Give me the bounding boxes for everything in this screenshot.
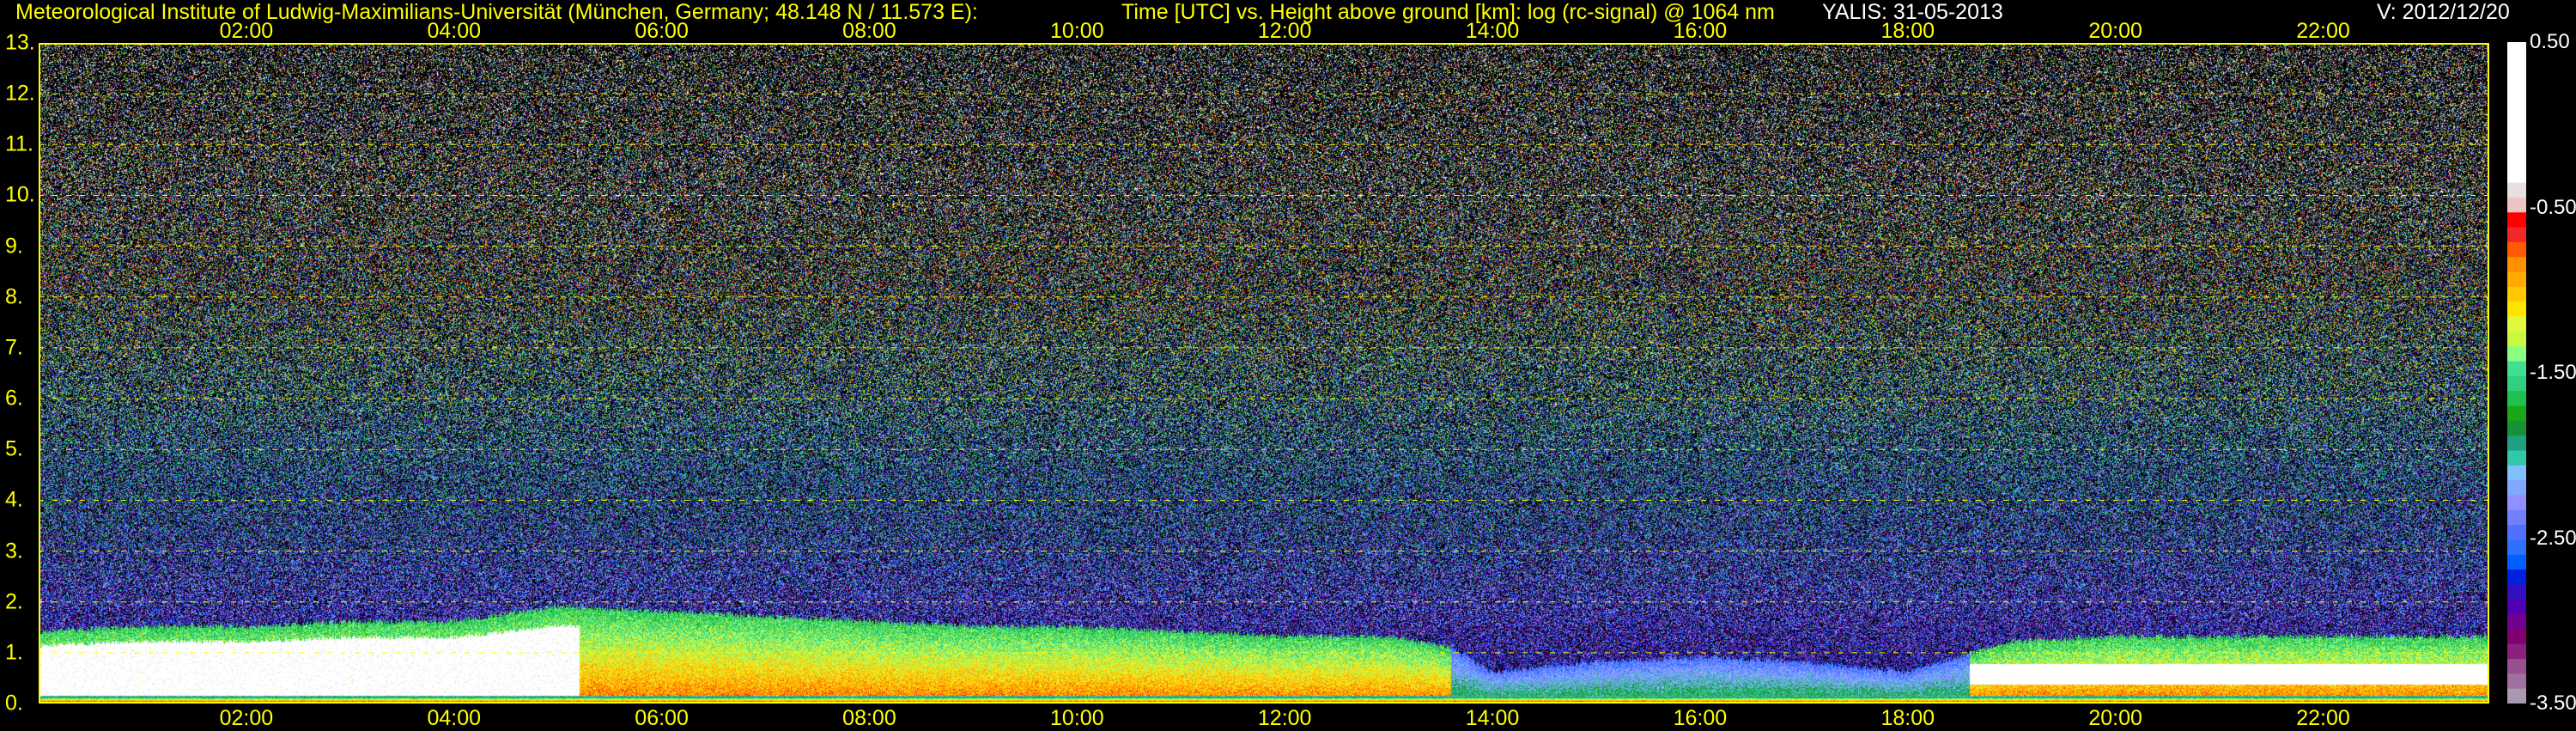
x-tick-label: 20:00 [2088, 706, 2142, 730]
colorbar-tick-label: -2.50 [2530, 526, 2576, 550]
colorbar-swatch [2507, 391, 2526, 406]
grid-overlay [39, 43, 2489, 704]
y-tick-label: 8. [5, 284, 23, 309]
institute-title: Meteorological Institute of Ludwig-Maxim… [15, 0, 978, 24]
y-tick-label: 13. [5, 30, 35, 55]
colorbar-swatch [2507, 302, 2526, 318]
x-tick-label: 04:00 [427, 706, 481, 730]
x-tick-label: 06:00 [635, 19, 689, 43]
x-tick-label: 10:00 [1050, 706, 1104, 730]
colorbar-swatch [2507, 361, 2526, 377]
colorbar-swatch [2507, 629, 2526, 645]
x-tick-label: 06:00 [635, 706, 689, 730]
colorbar-tick-label: -0.50 [2530, 195, 2576, 219]
x-tick-label: 04:00 [427, 19, 481, 43]
colorbar-swatch [2507, 554, 2526, 570]
colorbar-swatch [2507, 673, 2526, 690]
x-tick-label: 12:00 [1257, 706, 1312, 730]
colorbar-swatch [2507, 286, 2526, 302]
y-tick-label: 10. [5, 182, 35, 207]
colorbar-swatch [2507, 405, 2526, 422]
colorbar-swatch [2507, 614, 2526, 630]
x-tick-label: 08:00 [842, 706, 896, 730]
colorbar-tick-label: -1.50 [2530, 361, 2576, 384]
x-tick-label: 08:00 [842, 19, 896, 43]
colorbar-swatch [2507, 570, 2526, 585]
colorbar-swatch [2507, 271, 2526, 288]
y-tick-label: 0. [5, 691, 23, 716]
y-tick-label: 7. [5, 335, 23, 360]
colorbar-swatch [2507, 584, 2526, 600]
colorbar-swatch [2507, 227, 2526, 243]
colorbar-swatch [2507, 539, 2526, 556]
x-tick-label: 02:00 [219, 706, 274, 730]
colorbar [2507, 42, 2526, 704]
colorbar-tick-label: 0.50 [2530, 30, 2570, 53]
y-tick-label: 12. [5, 81, 35, 106]
colorbar-swatch [2507, 197, 2526, 213]
colorbar-swatch [2507, 525, 2526, 540]
colorbar-swatch [2507, 599, 2526, 615]
y-tick-label: 5. [5, 436, 23, 461]
colorbar-swatch [2507, 375, 2526, 392]
colorbar-swatch [2507, 182, 2526, 198]
y-tick-label: 1. [5, 640, 23, 665]
y-tick-label: 2. [5, 589, 23, 614]
colorbar-swatch [2507, 659, 2526, 674]
y-tick-label: 6. [5, 386, 23, 411]
colorbar-swatch [2507, 257, 2526, 273]
x-tick-label: 20:00 [2088, 19, 2142, 43]
colorbar-swatch [2507, 495, 2526, 511]
x-tick-label: 02:00 [219, 19, 274, 43]
colorbar-swatch [2507, 212, 2526, 228]
colorbar-swatch [2507, 420, 2526, 436]
x-tick-label: 14:00 [1465, 19, 1520, 43]
colorbar-tick-label: -3.50 [2530, 691, 2576, 715]
colorbar-swatch [2507, 480, 2526, 496]
x-tick-label: 12:00 [1257, 19, 1312, 43]
x-tick-label: 16:00 [1673, 706, 1728, 730]
colorbar-swatch [2507, 316, 2526, 332]
x-tick-label: 22:00 [2296, 706, 2350, 730]
colorbar-swatch [2507, 241, 2526, 258]
colorbar-swatch [2507, 465, 2526, 481]
x-tick-label: 16:00 [1673, 19, 1728, 43]
y-tick-label: 3. [5, 539, 23, 563]
colorbar-swatch [2507, 643, 2526, 660]
y-tick-label: 9. [5, 234, 23, 259]
x-tick-label: 10:00 [1050, 19, 1104, 43]
x-tick-label: 22:00 [2296, 19, 2350, 43]
x-tick-label: 14:00 [1465, 706, 1520, 730]
colorbar-swatch [2507, 42, 2526, 184]
colorbar-swatch [2507, 346, 2526, 362]
x-tick-label: 18:00 [1880, 706, 1935, 730]
colorbar-swatch [2507, 509, 2526, 526]
version-label: V: 2012/12/20 [2377, 0, 2510, 24]
colorbar-swatch [2507, 450, 2526, 466]
colorbar-swatch [2507, 688, 2526, 704]
x-tick-label: 18:00 [1880, 19, 1935, 43]
colorbar-swatch [2507, 331, 2526, 347]
y-tick-label: 11. [5, 131, 33, 156]
colorbar-swatch [2507, 436, 2526, 451]
y-tick-label: 4. [5, 487, 23, 512]
